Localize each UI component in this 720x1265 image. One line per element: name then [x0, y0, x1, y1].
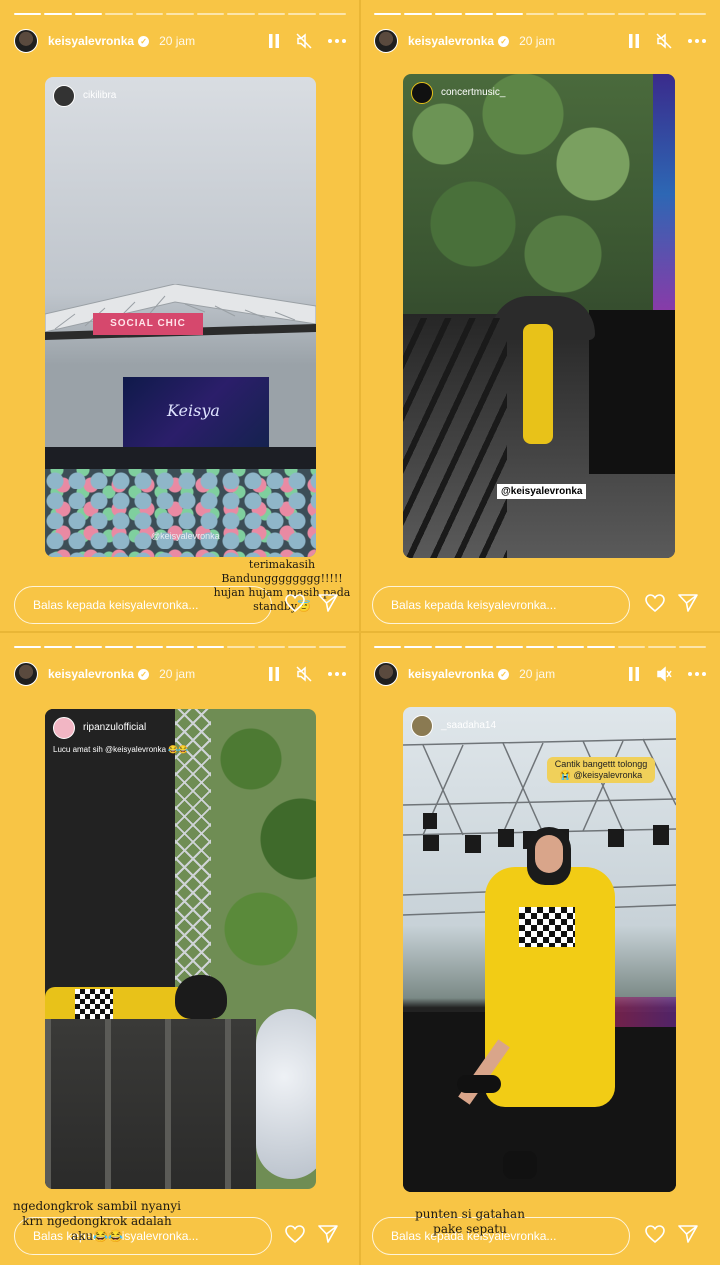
verified-icon: ✓: [498, 668, 510, 680]
avatar[interactable]: [14, 29, 38, 53]
reposter-avatar[interactable]: [53, 717, 75, 739]
reposter-avatar[interactable]: [411, 82, 433, 104]
send-icon[interactable]: [318, 1225, 338, 1248]
story-panel[interactable]: keisyalevronka ✓ 20 jam SOCIAL CHIC Keis…: [0, 0, 360, 632]
story-header: keisyalevronka ✓ 20 jam: [374, 661, 706, 687]
send-icon[interactable]: [678, 1225, 698, 1248]
reposter-name[interactable]: concertmusic_: [441, 87, 505, 98]
story-media: Cantik bangettt tolongg 😭 @keisyalevronk…: [403, 707, 676, 1192]
trees: [403, 74, 675, 324]
reply-input[interactable]: Balas kepada keisyalevronka...: [372, 586, 630, 624]
more-icon[interactable]: [688, 672, 706, 676]
story-header: keisyalevronka ✓ 20 jam: [14, 661, 346, 687]
stage-cage: [45, 1019, 256, 1189]
send-icon[interactable]: [318, 594, 338, 617]
reposter-name[interactable]: cikilibra: [83, 90, 116, 101]
pause-icon[interactable]: [268, 34, 280, 48]
mute-icon[interactable]: [296, 33, 312, 49]
heart-icon[interactable]: [285, 594, 305, 617]
avatar[interactable]: [374, 662, 398, 686]
crowd: [45, 469, 316, 557]
pause-icon[interactable]: [268, 667, 280, 681]
story-progress-bar: [374, 13, 706, 16]
send-icon[interactable]: [678, 594, 698, 617]
mute-icon[interactable]: [656, 666, 672, 682]
story-progress-bar: [14, 646, 346, 649]
grid-divider: [0, 631, 720, 633]
mention-tag[interactable]: @keisyalevronka: [497, 484, 587, 499]
post-time: 20 jam: [159, 667, 196, 681]
story-media: ripanzulofficial Lucu amat sih @keisyale…: [45, 709, 316, 1189]
story-panel[interactable]: keisyalevronka ✓ 20 jam @keisyalevronka …: [360, 0, 720, 632]
media-comment: Cantik bangettt tolongg 😭 @keisyalevronk…: [547, 757, 655, 783]
more-icon[interactable]: [328, 672, 346, 676]
story-caption: punten si gatahan pake sepatu: [415, 1207, 525, 1236]
verified-icon: ✓: [498, 35, 510, 47]
screen-signature: Keisya: [167, 401, 220, 420]
avatar[interactable]: [374, 29, 398, 53]
verified-icon: ✓: [138, 35, 150, 47]
story-progress-bar: [14, 13, 346, 16]
heart-icon[interactable]: [645, 1225, 665, 1248]
username[interactable]: keisyalevronka: [408, 667, 494, 681]
reposter-avatar[interactable]: [411, 715, 433, 737]
led-wall: [653, 74, 675, 314]
more-icon[interactable]: [328, 39, 346, 43]
more-icon[interactable]: [688, 39, 706, 43]
story-header: keisyalevronka ✓ 20 jam: [14, 28, 346, 54]
story-progress-bar: [374, 646, 706, 649]
story-caption: ngedongkrok sambil nyanyi krn ngedongkro…: [12, 1199, 182, 1243]
stage-screen: Keisya: [123, 377, 269, 449]
post-time: 20 jam: [519, 34, 556, 48]
username[interactable]: keisyalevronka: [408, 34, 494, 48]
post-time: 20 jam: [519, 667, 556, 681]
story-panel[interactable]: keisyalevronka ✓ 20 jam Cantik bangettt …: [360, 633, 720, 1265]
mute-icon[interactable]: [296, 666, 312, 682]
avatar[interactable]: [14, 662, 38, 686]
media-comment: Lucu amat sih @keisyalevronka 😂😂: [53, 745, 189, 754]
mention-tag[interactable]: @keisyalevronka: [151, 531, 220, 541]
story-media: SOCIAL CHIC Keisya @keisyalevronka cikil…: [45, 77, 316, 557]
pause-icon[interactable]: [628, 667, 640, 681]
verified-icon: ✓: [138, 668, 150, 680]
post-time: 20 jam: [159, 34, 196, 48]
reposter-name[interactable]: ripanzulofficial: [83, 722, 146, 733]
reposter-name[interactable]: _saadaha14: [441, 720, 496, 731]
performer: [523, 324, 553, 444]
story-panel[interactable]: keisyalevronka ✓ 20 jam ripanzulofficial…: [0, 633, 360, 1265]
performer: [485, 867, 615, 1107]
balloon: [256, 1009, 316, 1179]
story-header: keisyalevronka ✓ 20 jam: [374, 28, 706, 54]
stage-banner: SOCIAL CHIC: [93, 313, 203, 335]
pause-icon[interactable]: [628, 34, 640, 48]
username[interactable]: keisyalevronka: [48, 667, 134, 681]
heart-icon[interactable]: [645, 594, 665, 617]
stage-railing: [403, 318, 507, 558]
heart-icon[interactable]: [285, 1225, 305, 1248]
story-media: @keisyalevronka concertmusic_: [403, 74, 675, 558]
username[interactable]: keisyalevronka: [48, 34, 134, 48]
mute-icon[interactable]: [656, 33, 672, 49]
reposter-avatar[interactable]: [53, 85, 75, 107]
